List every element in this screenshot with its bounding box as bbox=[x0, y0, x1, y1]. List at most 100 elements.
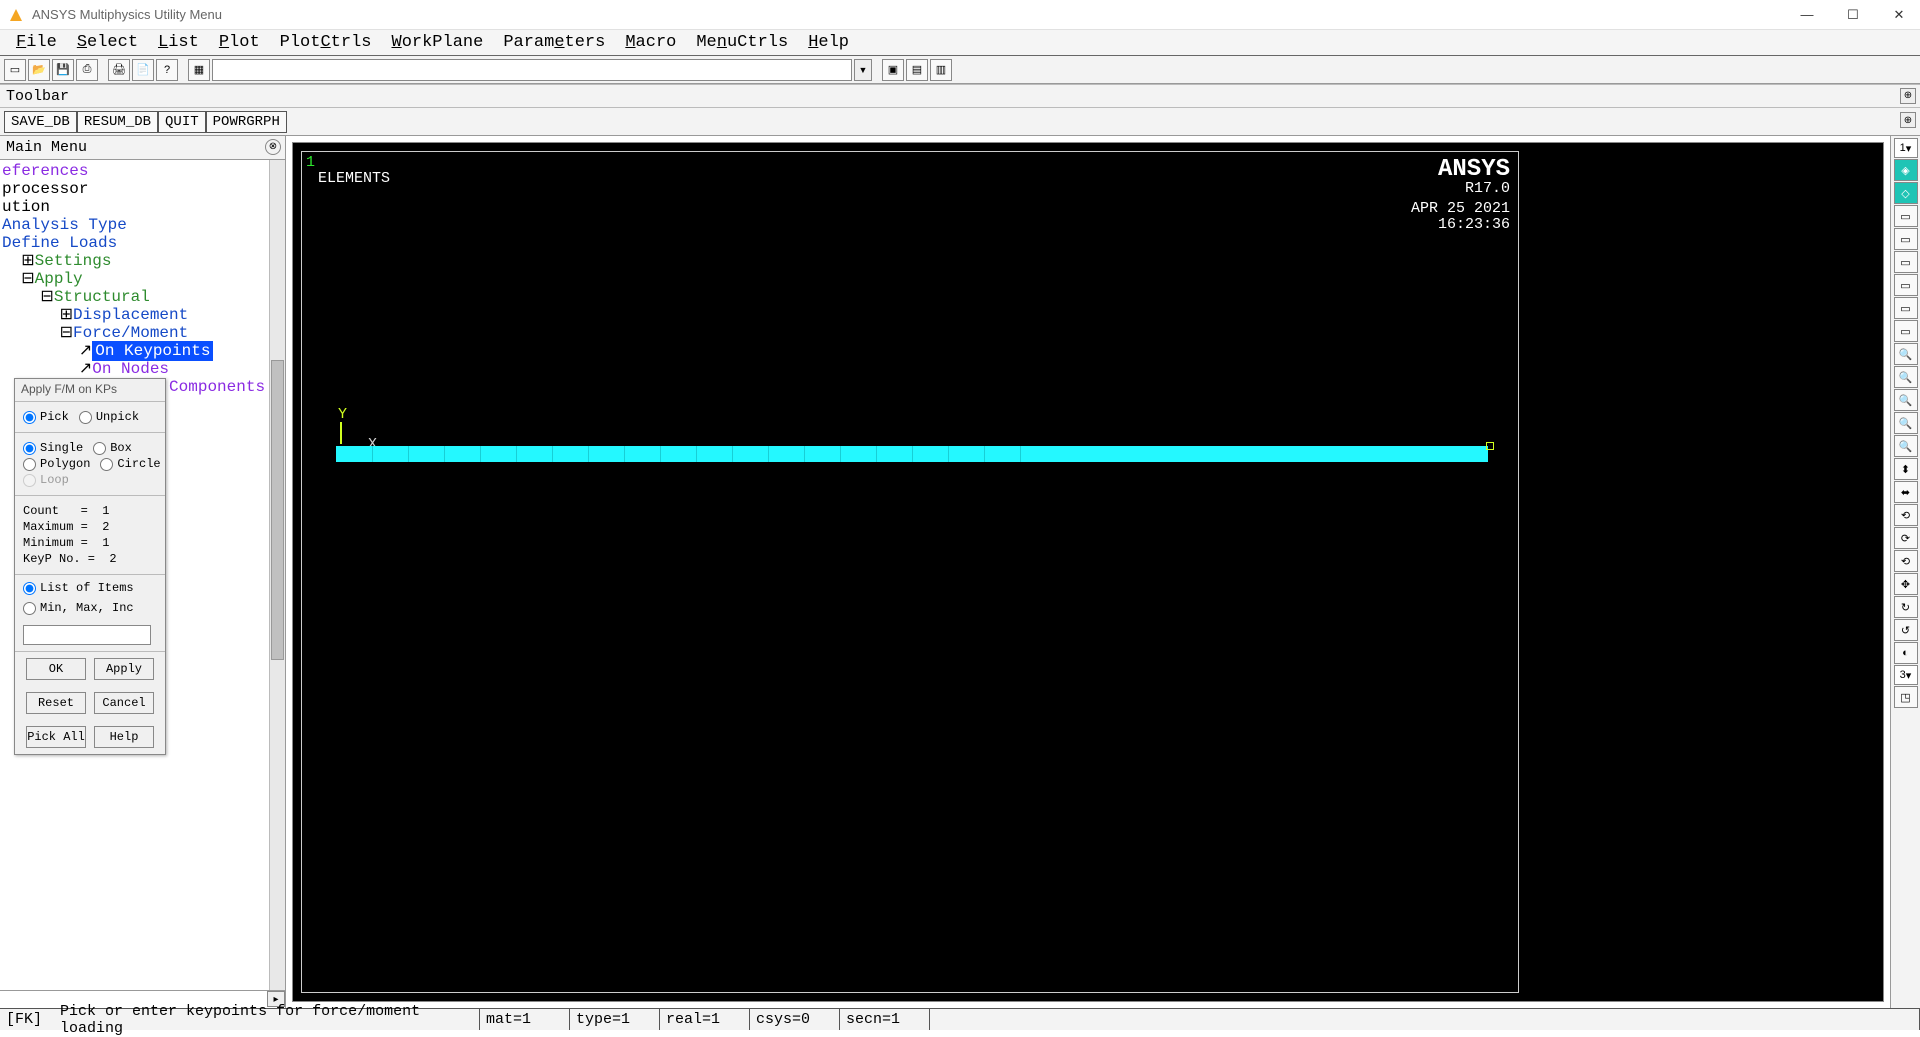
graphics-viewport[interactable]: 1 ELEMENTS ANSYS R17.0 APR 25 2021 16:23… bbox=[292, 142, 1884, 1002]
toolbar-expand2-icon[interactable]: ⊕ bbox=[1900, 112, 1916, 128]
dynamic-mode-icon[interactable]: ◳ bbox=[1894, 686, 1918, 708]
menu-plot[interactable]: Plot bbox=[209, 31, 270, 54]
main-menu-collapse-icon[interactable]: ⊗ bbox=[265, 139, 281, 155]
oblique-view-icon[interactable]: ◇ bbox=[1894, 182, 1918, 204]
command-input[interactable] bbox=[212, 59, 852, 81]
tree-item[interactable]: ⊞Settings bbox=[2, 252, 269, 270]
pan-icon[interactable]: ▦ bbox=[188, 59, 210, 81]
status-prompt: [FK] Pick or enter keypoints for force/m… bbox=[0, 1009, 480, 1030]
resum-db-button[interactable]: RESUM_DB bbox=[77, 111, 158, 133]
tree-item[interactable]: ↗On Nodes bbox=[2, 360, 269, 378]
menu-macro[interactable]: Macro bbox=[615, 31, 686, 54]
rate-spinner[interactable]: 3▾ bbox=[1894, 665, 1918, 685]
reset-button[interactable]: Reset bbox=[26, 692, 86, 714]
toolbar-expand-icon[interactable]: ⊕ bbox=[1900, 88, 1916, 104]
pan-leftright-icon[interactable]: ⬌ bbox=[1894, 481, 1918, 503]
tree-item[interactable]: ⊞Displacement bbox=[2, 306, 269, 324]
rotate-y-icon[interactable]: ⟳ bbox=[1894, 527, 1918, 549]
back-view-icon[interactable]: ▭ bbox=[1894, 228, 1918, 250]
tree-item[interactable]: ⊟Force/Moment bbox=[2, 324, 269, 342]
radio-circle[interactable]: Circle bbox=[100, 457, 160, 471]
stat-min: Minimum = 1 bbox=[23, 536, 157, 550]
left-view-icon[interactable]: ▭ bbox=[1894, 320, 1918, 342]
pan-updown-icon[interactable]: ⬍ bbox=[1894, 458, 1918, 480]
zoom-fit-icon[interactable]: 🔍 bbox=[1894, 343, 1918, 365]
zoom-win-icon[interactable]: 🔍 bbox=[1894, 366, 1918, 388]
zoom-in-icon[interactable]: 🔍 bbox=[1894, 412, 1918, 434]
window-number-spinner[interactable]: 1▾ bbox=[1894, 138, 1918, 158]
tree-item[interactable]: ution bbox=[2, 198, 269, 216]
ansys-brand: ANSYS bbox=[1438, 156, 1510, 183]
quit-button[interactable]: QUIT bbox=[158, 111, 206, 133]
reset-icon[interactable]: ▥ bbox=[930, 59, 952, 81]
rotate-z-icon[interactable]: ⟲ bbox=[1894, 550, 1918, 572]
menu-plotctrls[interactable]: PlotCtrls bbox=[270, 31, 382, 54]
menu-list[interactable]: List bbox=[148, 31, 209, 54]
maximize-button[interactable]: ☐ bbox=[1840, 7, 1866, 23]
zoom-back-icon[interactable]: 🔍 bbox=[1894, 389, 1918, 411]
status-real: real=1 bbox=[660, 1009, 750, 1030]
powrgrph-button[interactable]: POWRGRPH bbox=[206, 111, 287, 133]
tree-item[interactable]: ⊟Structural bbox=[2, 288, 269, 306]
main-menu-title: Main Menu bbox=[6, 139, 87, 156]
bottom-view-icon[interactable]: ▭ bbox=[1894, 274, 1918, 296]
saveas-icon[interactable]: ⎙ bbox=[76, 59, 98, 81]
tree-item[interactable]: Analysis Type bbox=[2, 216, 269, 234]
tree-item[interactable]: processor bbox=[2, 180, 269, 198]
print-icon[interactable]: 🖨 bbox=[108, 59, 130, 81]
menu-help[interactable]: Help bbox=[798, 31, 859, 54]
cancel-button[interactable]: Cancel bbox=[94, 692, 154, 714]
right-toolbar: 1▾ ◈ ◇ ▭ ▭ ▭ ▭ ▭ ▭ 🔍 🔍 🔍 🔍 🔍 ⬍ ⬌ ⟲ ⟳ ⟲ ✥ bbox=[1890, 136, 1920, 1008]
radio-pick[interactable]: Pick bbox=[23, 410, 69, 424]
save-icon[interactable]: 💾 bbox=[52, 59, 74, 81]
open-icon[interactable]: 📂 bbox=[28, 59, 50, 81]
minimize-button[interactable]: — bbox=[1794, 7, 1820, 23]
rotate-neg-icon[interactable]: ↺ bbox=[1894, 619, 1918, 641]
menu-select[interactable]: Select bbox=[67, 31, 148, 54]
save-db-button[interactable]: SAVE_DB bbox=[4, 111, 77, 133]
pickall-button[interactable]: Pick All bbox=[26, 726, 86, 748]
close-button[interactable]: ✕ bbox=[1886, 7, 1912, 23]
ok-button[interactable]: OK bbox=[26, 658, 86, 680]
window-title: ANSYS Multiphysics Utility Menu bbox=[32, 7, 222, 22]
tree-item[interactable]: ↗On Keypoints bbox=[2, 342, 269, 360]
new-icon[interactable]: ▭ bbox=[4, 59, 26, 81]
radio-single[interactable]: Single bbox=[23, 441, 83, 455]
radio-min-max-inc[interactable]: Min, Max, Inc bbox=[23, 601, 157, 615]
report-icon[interactable]: 📄 bbox=[132, 59, 154, 81]
help-icon[interactable]: ? bbox=[156, 59, 178, 81]
menu-workplane[interactable]: WorkPlane bbox=[381, 31, 493, 54]
plot-number: 1 bbox=[306, 154, 315, 171]
main-menu-header: Main Menu ⊗ bbox=[0, 136, 285, 160]
toolbar-label: Toolbar bbox=[6, 88, 69, 105]
menu-file[interactable]: File bbox=[6, 31, 67, 54]
dynamic-rotate-icon[interactable]: ✥ bbox=[1894, 573, 1918, 595]
time-label: 16:23:36 bbox=[1438, 216, 1510, 233]
tree-item[interactable]: Define Loads bbox=[2, 234, 269, 252]
tree-item[interactable]: eferences bbox=[2, 162, 269, 180]
rotate-pos-icon[interactable]: ↻ bbox=[1894, 596, 1918, 618]
menu-parameters[interactable]: Parameters bbox=[493, 31, 615, 54]
radio-unpick[interactable]: Unpick bbox=[79, 410, 139, 424]
main-menu-scrollbar[interactable] bbox=[269, 160, 285, 990]
radio-polygon[interactable]: Polygon bbox=[23, 457, 90, 471]
zoom-out-icon[interactable]: 🔍 bbox=[1894, 435, 1918, 457]
radio-box[interactable]: Box bbox=[93, 441, 132, 455]
top-view-icon[interactable]: ▭ bbox=[1894, 251, 1918, 273]
help-button[interactable]: Help bbox=[94, 726, 154, 748]
raise-icon[interactable]: ▣ bbox=[882, 59, 904, 81]
menu-menuctrls[interactable]: MenuCtrls bbox=[686, 31, 798, 54]
command-dropdown-icon[interactable]: ▼ bbox=[854, 59, 872, 81]
pick-input[interactable] bbox=[23, 625, 151, 645]
elements-label: ELEMENTS bbox=[318, 170, 390, 187]
iso-view-icon[interactable]: ◈ bbox=[1894, 159, 1918, 181]
rate-icon[interactable]: ◐ bbox=[1894, 642, 1918, 664]
front-view-icon[interactable]: ▭ bbox=[1894, 205, 1918, 227]
tree-item[interactable]: ⊟Apply bbox=[2, 270, 269, 288]
status-csys: csys=0 bbox=[750, 1009, 840, 1030]
iconify-icon[interactable]: ▤ bbox=[906, 59, 928, 81]
apply-button[interactable]: Apply bbox=[94, 658, 154, 680]
rotate-x-icon[interactable]: ⟲ bbox=[1894, 504, 1918, 526]
radio-list-items[interactable]: List of Items bbox=[23, 581, 157, 595]
right-view-icon[interactable]: ▭ bbox=[1894, 297, 1918, 319]
